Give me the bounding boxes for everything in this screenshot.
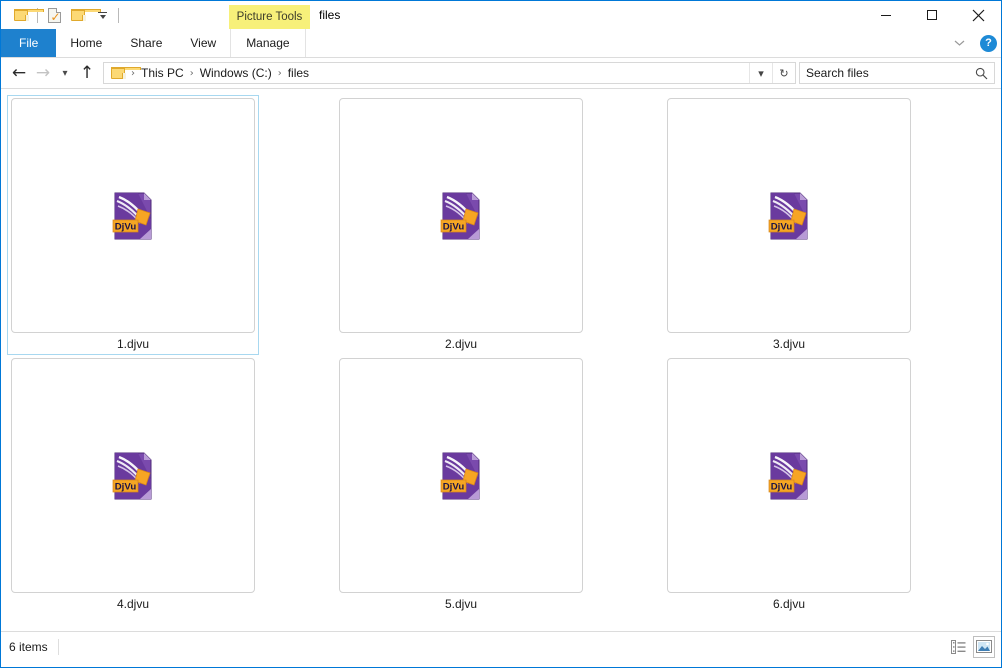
list-item[interactable]: DjVu 1.djvu [7, 95, 259, 355]
ribbon-tab-strip: File Home Share View Manage ? [1, 29, 1001, 58]
list-item-label: 5.djvu [445, 597, 477, 612]
chevron-down-icon[interactable] [948, 32, 970, 54]
thumbnail: DjVu [667, 98, 911, 333]
back-arrow-icon[interactable]: ← [7, 61, 31, 85]
djvu-file-icon: DjVu [766, 451, 812, 501]
view-mode-buttons [947, 632, 995, 662]
list-item[interactable]: DjVu 6.djvu [663, 355, 915, 615]
window-title: files [319, 1, 340, 29]
refresh-icon[interactable]: ↻ [772, 63, 795, 83]
djvu-file-icon: DjVu [110, 451, 156, 501]
thumbnail: DjVu [11, 98, 255, 333]
toolbar-separator-2 [118, 8, 119, 23]
tab-share[interactable]: Share [116, 29, 176, 57]
thumbnail: DjVu [11, 358, 255, 593]
thumbnail: DjVu [339, 358, 583, 593]
address-history-dropdown[interactable]: ▾ [749, 63, 772, 83]
close-button[interactable] [955, 1, 1001, 29]
svg-text:DjVu: DjVu [771, 221, 793, 232]
help-icon[interactable]: ? [980, 35, 997, 52]
svg-text:DjVu: DjVu [443, 481, 465, 492]
title-bar: ✓ Picture Tools files [1, 1, 1001, 29]
search-input[interactable]: Search files [799, 62, 995, 84]
minimize-button[interactable] [863, 1, 909, 29]
breadcrumb-bar[interactable]: › This PC › Windows (C:) › files ▾ ↻ [103, 62, 796, 84]
thumbnail: DjVu [339, 98, 583, 333]
up-arrow-icon[interactable]: ↑ [75, 61, 99, 85]
breadcrumb: › This PC › Windows (C:) › files [108, 66, 749, 80]
properties-folder-icon[interactable] [9, 3, 33, 27]
breadcrumb-tools: ▾ ↻ [749, 62, 795, 84]
svg-text:DjVu: DjVu [115, 221, 137, 232]
chevron-down-icon [98, 11, 107, 20]
list-item-label: 3.djvu [773, 337, 805, 352]
list-item-label: 2.djvu [445, 337, 477, 352]
folder-options-icon[interactable] [66, 3, 90, 27]
contextual-tab-group-header: Picture Tools [229, 5, 310, 29]
svg-text:DjVu: DjVu [443, 221, 465, 232]
file-list-area[interactable]: DjVu 1.djvu [1, 89, 1001, 631]
breadcrumb-item-files[interactable]: files [284, 66, 313, 80]
search-icon[interactable] [975, 67, 988, 80]
breadcrumb-separator: › [276, 68, 284, 79]
breadcrumb-separator: › [188, 68, 196, 79]
explorer-window: ✓ Picture Tools files [0, 0, 1002, 668]
list-item-label: 1.djvu [117, 337, 149, 352]
recent-locations-dropdown[interactable]: ▾ [55, 61, 75, 85]
djvu-file-icon: DjVu [766, 191, 812, 241]
thumbnail: DjVu [667, 358, 911, 593]
list-item[interactable]: DjVu 4.djvu [7, 355, 259, 615]
djvu-file-icon: DjVu [438, 451, 484, 501]
details-view-button[interactable] [947, 636, 969, 658]
forward-arrow-icon[interactable]: → [31, 61, 55, 85]
large-icons-view-button[interactable] [973, 636, 995, 658]
tab-home[interactable]: Home [56, 29, 116, 57]
maximize-button[interactable] [909, 1, 955, 29]
djvu-file-icon: DjVu [438, 191, 484, 241]
document-check-icon[interactable]: ✓ [42, 3, 66, 27]
list-item[interactable]: DjVu 5.djvu [335, 355, 587, 615]
breadcrumb-item-this-pc[interactable]: This PC [137, 66, 188, 80]
tab-view[interactable]: View [176, 29, 230, 57]
customize-quick-access-dropdown[interactable] [90, 3, 114, 27]
svg-text:DjVu: DjVu [771, 481, 793, 492]
quick-access-toolbar: ✓ [1, 1, 123, 29]
list-item[interactable]: DjVu 2.djvu [335, 95, 587, 355]
breadcrumb-item-windows-c[interactable]: Windows (C:) [196, 66, 276, 80]
list-item-label: 4.djvu [117, 597, 149, 612]
search-placeholder: Search files [806, 66, 975, 80]
window-controls [863, 1, 1001, 29]
file-grid: DjVu 1.djvu [7, 95, 1001, 615]
list-item-label: 6.djvu [773, 597, 805, 612]
tab-manage[interactable]: Manage [230, 29, 305, 57]
address-bar: ← → ▾ ↑ › This PC › Win [1, 58, 1001, 89]
folder-icon [108, 67, 129, 80]
status-bar: 6 items [1, 631, 1001, 661]
svg-text:DjVu: DjVu [115, 481, 137, 492]
list-item[interactable]: DjVu 3.djvu [663, 95, 915, 355]
tab-file[interactable]: File [1, 29, 56, 57]
item-count: 6 items [9, 639, 59, 655]
djvu-file-icon: DjVu [110, 191, 156, 241]
ribbon-right-controls: ? [948, 29, 997, 57]
